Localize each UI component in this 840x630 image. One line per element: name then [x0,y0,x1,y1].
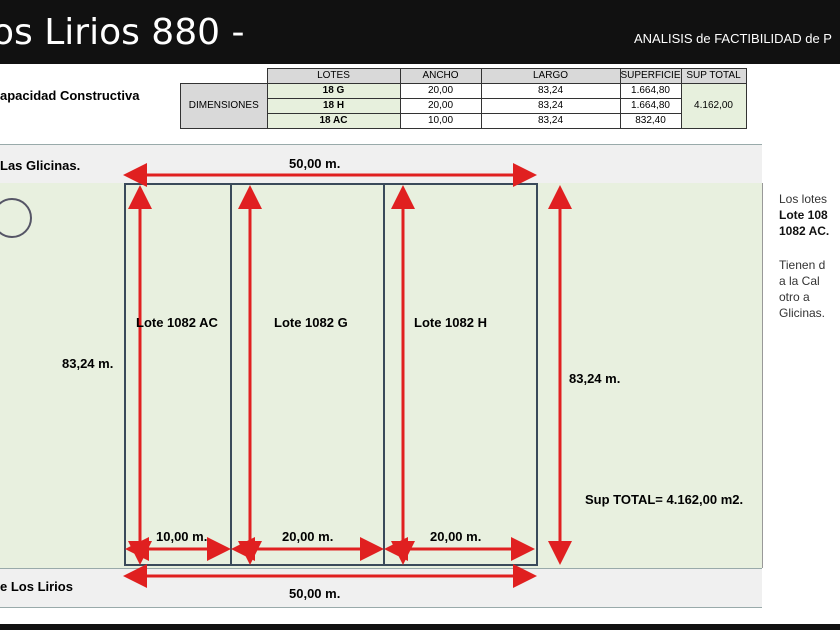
lot-name: Lote 1082 AC [136,315,218,330]
bottom-width-label: 50,00 m. [289,586,341,601]
side-note-line: Tienen d [779,258,826,272]
lot-width-label: 10,00 m. [156,529,208,544]
left-length-label: 83,24 m. [62,356,114,371]
top-width-label: 50,00 m. [289,156,341,171]
sup-total-label: Sup TOTAL= 4.162,00 m2. [585,492,744,507]
right-length-label: 83,24 m. [569,371,621,386]
side-note-line: 1082 AC. [779,224,830,238]
lot-name: Lote 1082 H [414,315,487,330]
lot-width-label: 20,00 m. [282,529,334,544]
side-note-line: Los lotes [779,192,828,206]
lot-name: Lote 1082 G [274,315,348,330]
bottom-bar [0,624,840,630]
side-note-line: Lote 108 [779,208,828,222]
side-note-line: a la Cal [779,274,820,288]
side-note-line: Glicinas. [779,306,826,320]
side-note-line: otro a [779,290,810,304]
lot-width-label: 20,00 m. [430,529,482,544]
